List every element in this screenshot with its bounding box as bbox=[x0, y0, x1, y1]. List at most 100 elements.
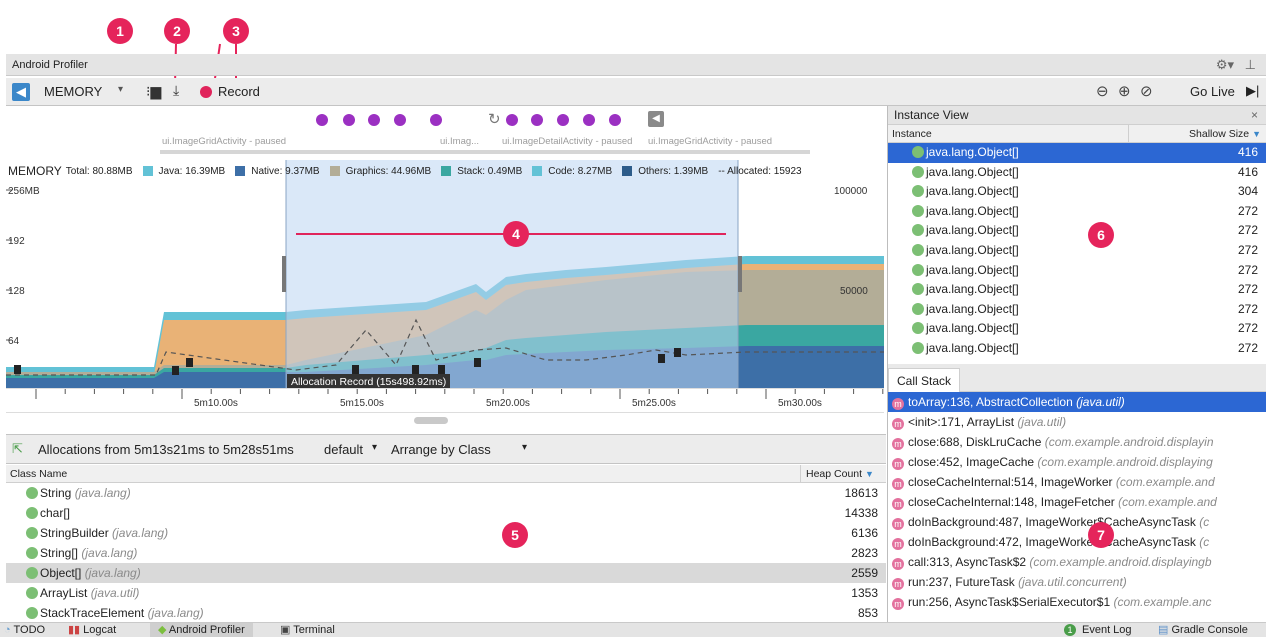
logcat-label: Logcat bbox=[83, 624, 117, 636]
gc-event-marker[interactable] bbox=[438, 365, 445, 374]
dump-heap-icon[interactable]: ⤓ bbox=[173, 82, 179, 99]
export-icon[interactable]: ⇱ bbox=[12, 441, 23, 457]
call-stack-row[interactable]: m doInBackground:487, ImageWorker$CacheAs… bbox=[888, 512, 1266, 532]
gc-event-marker[interactable] bbox=[186, 358, 193, 367]
column-class-name[interactable]: Class Name bbox=[10, 465, 67, 483]
method-name: closeCacheInternal:148, ImageFetcher bbox=[908, 495, 1115, 509]
arrange-select[interactable]: Arrange by Class bbox=[391, 442, 491, 457]
reset-zoom-icon[interactable]: ⊘ bbox=[1140, 82, 1153, 100]
tab-call-stack[interactable]: Call Stack bbox=[888, 368, 961, 392]
event-dot bbox=[506, 114, 518, 126]
class-table: Class Name Heap Count ▼ String (java.lan… bbox=[6, 465, 886, 622]
heap-select[interactable]: default bbox=[324, 442, 363, 457]
shallow-size: 416 bbox=[1237, 164, 1258, 179]
record-icon[interactable] bbox=[200, 86, 212, 98]
terminal-tab[interactable]: ▣ Terminal bbox=[280, 623, 335, 637]
table-row[interactable]: String[] (java.lang) 2823 bbox=[6, 543, 886, 563]
instance-rows: java.lang.Object[] 416 java.lang.Object[] 4… bbox=[888, 143, 1266, 359]
hide-panel-icon[interactable]: ⊥ bbox=[1245, 54, 1256, 76]
instance-row[interactable]: java.lang.Object[] 304 bbox=[888, 182, 1266, 202]
call-stack-row[interactable]: m run:256, AsyncTask$SerialExecutor$1 (co… bbox=[888, 592, 1266, 612]
class-name: Object[] bbox=[40, 566, 82, 580]
column-heap-count[interactable]: Heap Count ▼ bbox=[800, 465, 886, 483]
record-button[interactable]: Record bbox=[218, 84, 260, 99]
todo-tab[interactable]: ◔ TODO bbox=[4, 623, 45, 637]
method-icon: m bbox=[892, 418, 904, 430]
instance-row[interactable]: java.lang.Object[] 272 bbox=[888, 339, 1266, 359]
method-icon: m bbox=[892, 578, 904, 590]
time-axis-ticks bbox=[35, 389, 884, 399]
instance-icon bbox=[912, 283, 924, 296]
terminal-icon: ▣ bbox=[280, 624, 291, 636]
call-stack-row[interactable]: m doInBackground:472, ImageWorker$CacheAs… bbox=[888, 532, 1266, 552]
gc-event-marker[interactable] bbox=[674, 348, 681, 357]
play-pause-icon[interactable]: ▶| bbox=[1246, 83, 1259, 99]
legend-swatch-stack bbox=[441, 166, 452, 176]
table-row[interactable]: String (java.lang) 18613 bbox=[6, 483, 886, 503]
instance-row[interactable]: java.lang.Object[] 272 bbox=[888, 221, 1266, 241]
selection-handle-right[interactable] bbox=[738, 256, 742, 292]
event-log-tab[interactable]: Event Log bbox=[1082, 623, 1132, 637]
gear-icon[interactable]: ⚙▾ bbox=[1216, 54, 1234, 76]
instance-row[interactable]: java.lang.Object[] 272 bbox=[888, 319, 1266, 339]
android-profiler-tab[interactable]: ◆ Android Profiler bbox=[150, 623, 253, 637]
column-shallow-size[interactable]: Shallow Size ▼ bbox=[1128, 125, 1266, 143]
gc-event-marker[interactable] bbox=[658, 354, 665, 363]
instance-row[interactable]: java.lang.Object[] 416 bbox=[888, 143, 1266, 163]
call-stack-row[interactable]: m closeCacheInternal:148, ImageFetcher (c… bbox=[888, 492, 1266, 512]
table-row[interactable]: StackTraceElement (java.lang) 853 bbox=[6, 603, 886, 623]
event-dot bbox=[430, 114, 442, 126]
column-instance[interactable]: Instance bbox=[892, 125, 932, 143]
call-stack-row[interactable]: m toArray:136, AbstractCollection (java.u… bbox=[888, 392, 1266, 412]
close-icon[interactable]: × bbox=[1251, 106, 1258, 125]
heap-count: 6136 bbox=[851, 526, 878, 540]
instance-row[interactable]: java.lang.Object[] 272 bbox=[888, 241, 1266, 261]
shallow-size: 272 bbox=[1237, 242, 1258, 257]
instance-row[interactable]: java.lang.Object[] 272 bbox=[888, 202, 1266, 222]
gc-event-marker[interactable] bbox=[474, 358, 481, 367]
call-stack-row[interactable]: m <init>:171, ArrayList (java.util) bbox=[888, 412, 1266, 432]
terminal-label: Terminal bbox=[293, 624, 335, 636]
scrollbar-thumb[interactable] bbox=[414, 417, 448, 424]
instance-row[interactable]: java.lang.Object[] 272 bbox=[888, 261, 1266, 281]
instance-row[interactable]: java.lang.Object[] 272 bbox=[888, 300, 1266, 320]
table-row[interactable]: ArrayList (java.util) 1353 bbox=[6, 583, 886, 603]
gc-event-marker[interactable] bbox=[172, 366, 179, 375]
logcat-tab[interactable]: ▮▮ Logcat bbox=[68, 623, 116, 637]
profiler-select[interactable]: MEMORY bbox=[44, 84, 102, 99]
call-stack-row[interactable]: m close:688, DiskLruCache (com.example.an… bbox=[888, 432, 1266, 452]
legend-graphics: Graphics: 44.96MB bbox=[345, 165, 432, 177]
force-gc-icon[interactable]: ⁝▆ bbox=[146, 83, 161, 100]
table-row[interactable]: StringBuilder (java.lang) 6136 bbox=[6, 523, 886, 543]
call-stack-row[interactable]: m run:237, FutureTask (java.util.concurre… bbox=[888, 572, 1266, 592]
gc-event-marker[interactable] bbox=[14, 365, 21, 374]
zoom-out-icon[interactable]: ⊖ bbox=[1096, 82, 1109, 100]
table-row[interactable]: char[] 14338 bbox=[6, 503, 886, 523]
instance-name: java.lang.Object[] bbox=[926, 223, 1019, 238]
timeline-scrollbar[interactable] bbox=[6, 412, 884, 434]
gradle-console-tab[interactable]: ▤ Gradle Console bbox=[1158, 623, 1248, 637]
gc-event-marker[interactable] bbox=[412, 365, 419, 374]
allocations-toolbar: ⇱ Allocations from 5m13s21ms to 5m28s51m… bbox=[6, 434, 886, 464]
activity-track bbox=[160, 150, 810, 154]
selection-handle-left[interactable] bbox=[282, 256, 286, 292]
call-stack-row[interactable]: m close:452, ImageCache (com.example.andr… bbox=[888, 452, 1266, 472]
gc-event-marker[interactable] bbox=[352, 365, 359, 374]
go-live-button[interactable]: Go Live bbox=[1190, 84, 1235, 99]
call-stack-row[interactable]: m closeCacheInternal:514, ImageWorker (co… bbox=[888, 472, 1266, 492]
y-right-tick-label: 50000 bbox=[840, 286, 868, 297]
class-name: ArrayList bbox=[40, 586, 88, 600]
table-row[interactable]: Object[] (java.lang) 2559 bbox=[6, 563, 886, 583]
callout-7: 7 bbox=[1088, 522, 1114, 548]
instance-row[interactable]: java.lang.Object[] 272 bbox=[888, 280, 1266, 300]
column-shallow-size-label: Shallow Size bbox=[1189, 128, 1250, 140]
back-arrow-icon[interactable]: ◀ bbox=[12, 83, 30, 101]
shallow-size: 272 bbox=[1237, 301, 1258, 316]
instance-row[interactable]: java.lang.Object[] 416 bbox=[888, 163, 1266, 183]
heap-count: 14338 bbox=[844, 506, 878, 520]
method-icon: m bbox=[892, 478, 904, 490]
zoom-in-icon[interactable]: ⊕ bbox=[1118, 82, 1131, 100]
call-stack-row[interactable]: m call:313, AsyncTask$2 (com.example.andr… bbox=[888, 552, 1266, 572]
instance-view-title: Instance View bbox=[894, 108, 969, 122]
selection-range[interactable] bbox=[286, 160, 738, 388]
